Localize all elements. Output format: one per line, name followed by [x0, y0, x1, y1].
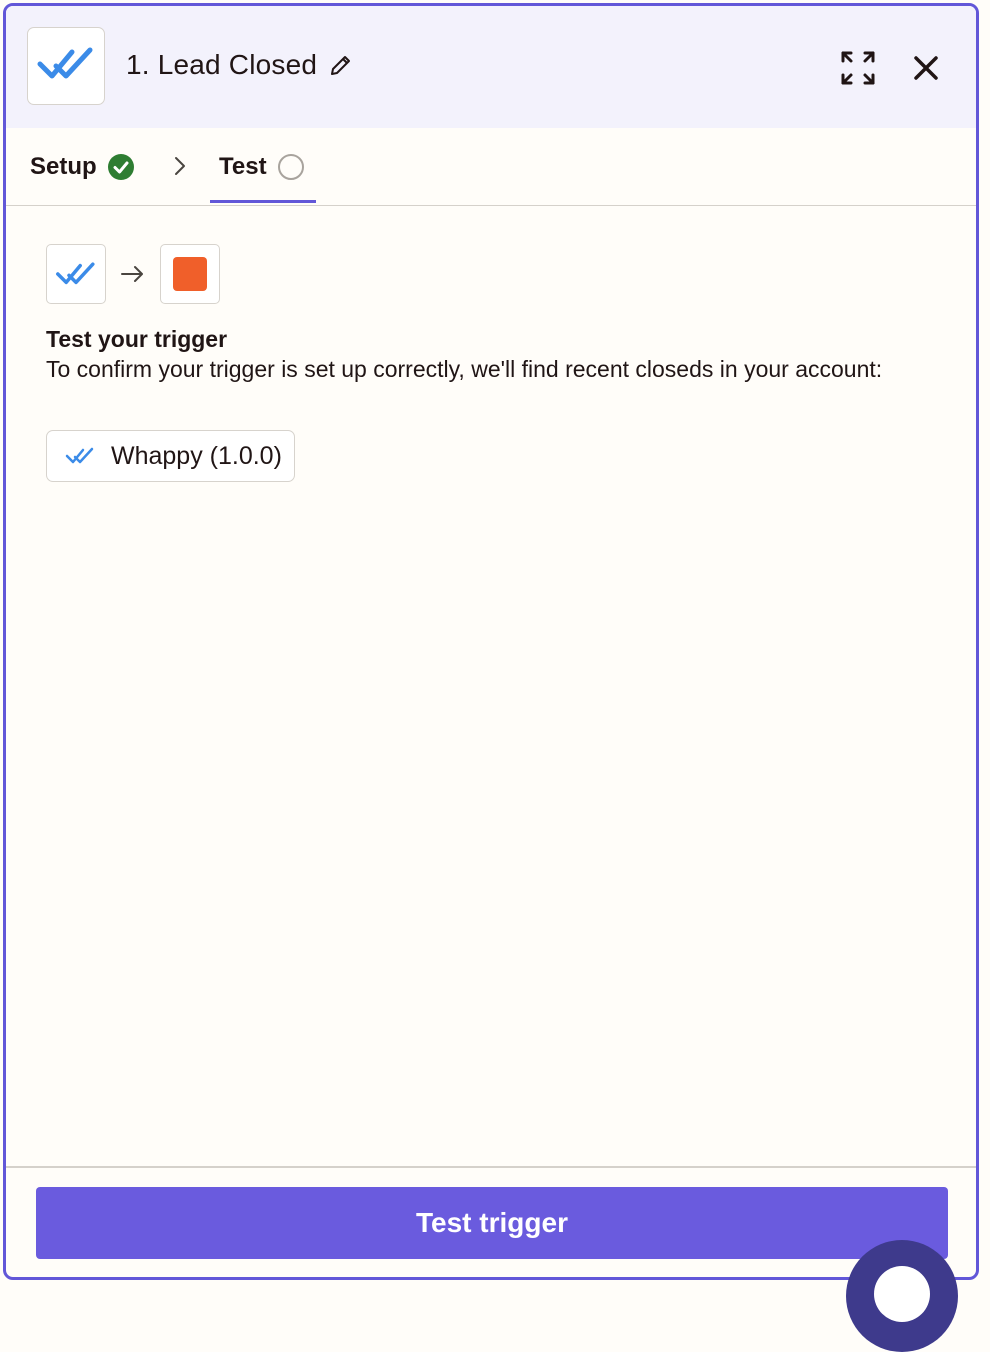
empty-circle-icon — [277, 153, 305, 181]
whappy-double-check-icon — [65, 446, 95, 466]
panel-header: 1. Lead Closed — [6, 6, 976, 128]
active-tab-indicator — [210, 200, 316, 203]
tab-setup[interactable]: Setup — [30, 128, 135, 205]
chat-icon — [874, 1266, 930, 1322]
tab-test-label: Test — [219, 152, 267, 180]
account-chip[interactable]: Whappy (1.0.0) — [46, 430, 295, 482]
trigger-flow — [46, 244, 220, 304]
expand-icon — [840, 50, 876, 86]
source-app-tile — [46, 244, 106, 304]
tab-test[interactable]: Test — [219, 128, 305, 205]
target-app-icon — [173, 257, 207, 291]
check-circle-icon — [107, 153, 135, 181]
step-tabs: Setup Test — [6, 128, 976, 206]
arrow-right-icon — [120, 264, 146, 284]
tab-setup-label: Setup — [30, 152, 97, 180]
target-app-tile — [160, 244, 220, 304]
test-heading: Test your trigger — [46, 326, 228, 352]
chevron-right-icon — [172, 155, 188, 177]
close-button[interactable] — [904, 46, 948, 90]
footer-divider — [6, 1166, 976, 1168]
test-description: To confirm your trigger is set up correc… — [46, 356, 883, 382]
close-icon — [913, 55, 939, 81]
whappy-double-check-icon — [36, 44, 96, 89]
pencil-icon[interactable] — [329, 53, 353, 77]
step-panel: 1. Lead Closed Setup Test Test your trig… — [3, 3, 979, 1280]
expand-button[interactable] — [836, 46, 880, 90]
app-icon-tile — [27, 27, 105, 105]
step-title[interactable]: 1. Lead Closed — [126, 49, 317, 81]
whappy-double-check-icon — [55, 260, 97, 288]
account-chip-label: Whappy (1.0.0) — [111, 441, 282, 470]
help-chat-button[interactable] — [846, 1240, 958, 1352]
test-trigger-button[interactable]: Test trigger — [36, 1187, 948, 1259]
